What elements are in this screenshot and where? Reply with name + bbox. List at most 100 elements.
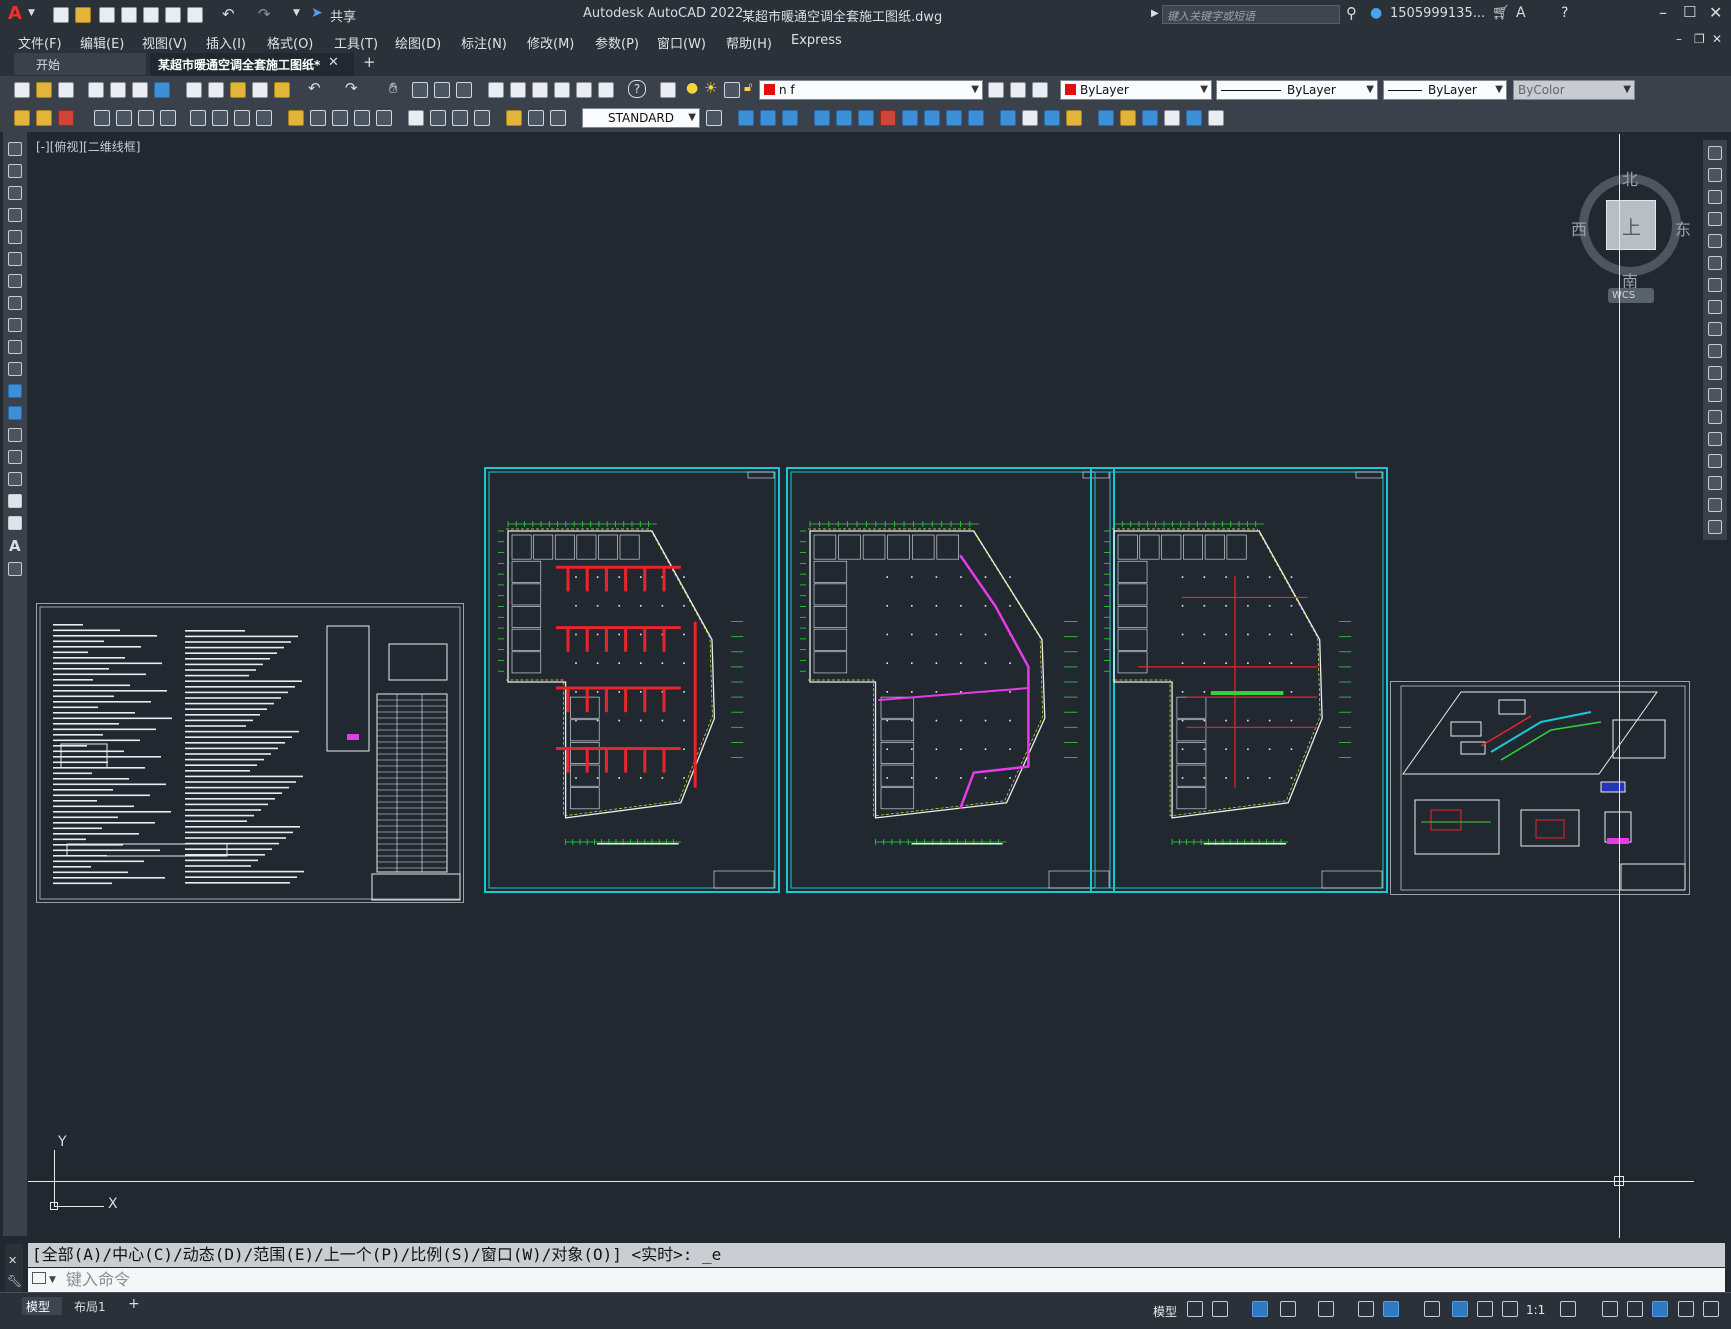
erase-icon[interactable] bbox=[1708, 146, 1722, 160]
annotation-scale-icon[interactable] bbox=[1502, 1301, 1518, 1317]
doc-minimize-icon[interactable]: – bbox=[1676, 32, 1682, 46]
hardware-acceleration-icon[interactable] bbox=[1652, 1301, 1668, 1317]
app-logo[interactable]: A bbox=[8, 3, 22, 24]
menu-format[interactable]: 格式(O) bbox=[267, 33, 313, 52]
command-settings-icon[interactable]: 🔧︎ bbox=[7, 1274, 22, 1288]
workspace-switch-icon[interactable] bbox=[1560, 1301, 1576, 1317]
tolerance-icon[interactable] bbox=[408, 110, 424, 126]
open-icon[interactable] bbox=[36, 82, 52, 98]
save-web-icon[interactable] bbox=[165, 7, 181, 23]
back-icon[interactable] bbox=[760, 110, 776, 126]
qnew-icon[interactable] bbox=[14, 82, 30, 98]
customize-qat-icon[interactable]: ▼ bbox=[293, 8, 300, 18]
lineweight-combo[interactable]: ByLayer ▼ bbox=[1383, 80, 1507, 100]
print-preview-icon[interactable] bbox=[110, 82, 126, 98]
array-icon[interactable] bbox=[1708, 234, 1722, 248]
add-selected-icon[interactable] bbox=[8, 562, 22, 576]
layer-vp-freeze-icon[interactable] bbox=[724, 82, 740, 98]
menu-express[interactable]: Express bbox=[791, 33, 842, 48]
workspace-settings-icon[interactable] bbox=[58, 110, 74, 126]
compass-north[interactable]: 北 bbox=[1622, 166, 1638, 190]
undo-toolbar-icon[interactable]: ↶ bbox=[308, 79, 321, 97]
menu-tools[interactable]: 工具(T) bbox=[334, 33, 378, 52]
sync-attr-icon[interactable] bbox=[1066, 110, 1082, 126]
fillet-icon[interactable] bbox=[1708, 476, 1722, 490]
close-icon[interactable]: ✕ bbox=[1709, 3, 1722, 22]
make-block-icon[interactable] bbox=[8, 406, 22, 420]
polyline-icon[interactable] bbox=[8, 186, 22, 200]
baseline-dim-icon[interactable] bbox=[310, 110, 326, 126]
hyperlink-icon[interactable] bbox=[1186, 110, 1202, 126]
save-toolbar-icon[interactable] bbox=[58, 82, 74, 98]
arc-length-icon[interactable] bbox=[138, 110, 154, 126]
auto-scale-icon[interactable] bbox=[1477, 1301, 1493, 1317]
spline-icon[interactable] bbox=[8, 318, 22, 332]
menu-edit[interactable]: 编辑(E) bbox=[80, 33, 124, 52]
jogged-linear-icon[interactable] bbox=[474, 110, 490, 126]
frames-icon[interactable] bbox=[946, 110, 962, 126]
break-at-point-icon[interactable] bbox=[1708, 388, 1722, 402]
mirror-icon[interactable] bbox=[1708, 190, 1722, 204]
new-file-icon[interactable] bbox=[53, 7, 69, 23]
attach-icon[interactable] bbox=[836, 110, 852, 126]
menu-draw[interactable]: 绘图(D) bbox=[395, 33, 441, 52]
design-center-icon[interactable] bbox=[510, 82, 526, 98]
doc-close-icon[interactable]: ✕ bbox=[1712, 32, 1722, 46]
color-combo[interactable]: ByLayer ▼ bbox=[1060, 80, 1212, 100]
manage-attr-icon[interactable] bbox=[1098, 110, 1114, 126]
gradient-icon[interactable] bbox=[8, 472, 22, 486]
front-icon[interactable] bbox=[738, 110, 754, 126]
osnap-icon[interactable] bbox=[1383, 1301, 1399, 1317]
center-mark-icon[interactable] bbox=[430, 110, 446, 126]
layer-on-icon[interactable]: ● bbox=[686, 80, 698, 96]
layer-state-icon[interactable] bbox=[1032, 82, 1048, 98]
app-menu-arrow-icon[interactable]: ▼ bbox=[28, 8, 35, 18]
markup-icon[interactable] bbox=[576, 82, 592, 98]
dimstyle-combo[interactable]: STANDARD ▼ bbox=[582, 108, 700, 128]
circle-icon[interactable] bbox=[8, 274, 22, 288]
inspect-icon[interactable] bbox=[452, 110, 468, 126]
wcs-button[interactable]: WCS bbox=[1608, 288, 1654, 303]
customization-icon[interactable] bbox=[1703, 1301, 1719, 1317]
properties-icon[interactable] bbox=[488, 82, 504, 98]
annotation-visibility-icon[interactable] bbox=[1452, 1301, 1468, 1317]
above-icon[interactable] bbox=[782, 110, 798, 126]
grid-icon[interactable] bbox=[1187, 1301, 1203, 1317]
layer-previous-icon[interactable] bbox=[1010, 82, 1026, 98]
insert-block-icon[interactable] bbox=[814, 110, 830, 126]
menu-parametric[interactable]: 参数(P) bbox=[595, 33, 639, 52]
command-close-icon[interactable]: ✕ bbox=[8, 1254, 17, 1267]
viewport-controls[interactable]: [-][俯视][二维线框] bbox=[36, 138, 140, 155]
continue-dim-icon[interactable] bbox=[332, 110, 348, 126]
open-file-icon[interactable] bbox=[75, 7, 91, 23]
cut-icon[interactable] bbox=[186, 82, 202, 98]
paste-icon[interactable] bbox=[230, 82, 246, 98]
ortho-icon[interactable] bbox=[1252, 1301, 1268, 1317]
plotstyle-combo[interactable]: ByColor ▼ bbox=[1513, 80, 1635, 100]
insert-block-side-icon[interactable] bbox=[8, 384, 22, 398]
scale-icon[interactable] bbox=[1708, 300, 1722, 314]
ellipse-icon[interactable] bbox=[8, 340, 22, 354]
expand-arrow-icon[interactable]: ▶ bbox=[1151, 8, 1159, 19]
angular-dim-icon[interactable] bbox=[256, 110, 272, 126]
zoom-window-icon[interactable] bbox=[434, 82, 450, 98]
rotate-icon[interactable] bbox=[1708, 278, 1722, 292]
menu-view[interactable]: 视图(V) bbox=[142, 33, 187, 52]
menu-dimension[interactable]: 标注(N) bbox=[461, 33, 507, 52]
multiline-text-icon[interactable]: A bbox=[9, 537, 21, 555]
save-as-icon[interactable] bbox=[121, 7, 137, 23]
dim-break-icon[interactable] bbox=[376, 110, 392, 126]
layout-tab-layout1[interactable]: 布局1 bbox=[74, 1298, 106, 1315]
extend-icon[interactable] bbox=[1708, 366, 1722, 380]
xref-icon[interactable] bbox=[858, 110, 874, 126]
offset-icon[interactable] bbox=[1708, 212, 1722, 226]
block-insert-icon[interactable] bbox=[1000, 110, 1016, 126]
doc-restore-icon[interactable]: ❐ bbox=[1694, 32, 1705, 46]
make-current-icon[interactable] bbox=[988, 82, 1004, 98]
zoom-previous-icon[interactable] bbox=[456, 82, 472, 98]
jogged-dim-icon[interactable] bbox=[212, 110, 228, 126]
clean-screen-icon[interactable] bbox=[1678, 1301, 1694, 1317]
ellipse-arc-icon[interactable] bbox=[8, 362, 22, 376]
cart-icon[interactable]: 🛒︎ bbox=[1492, 5, 1510, 21]
define-attr-icon[interactable] bbox=[1022, 110, 1038, 126]
